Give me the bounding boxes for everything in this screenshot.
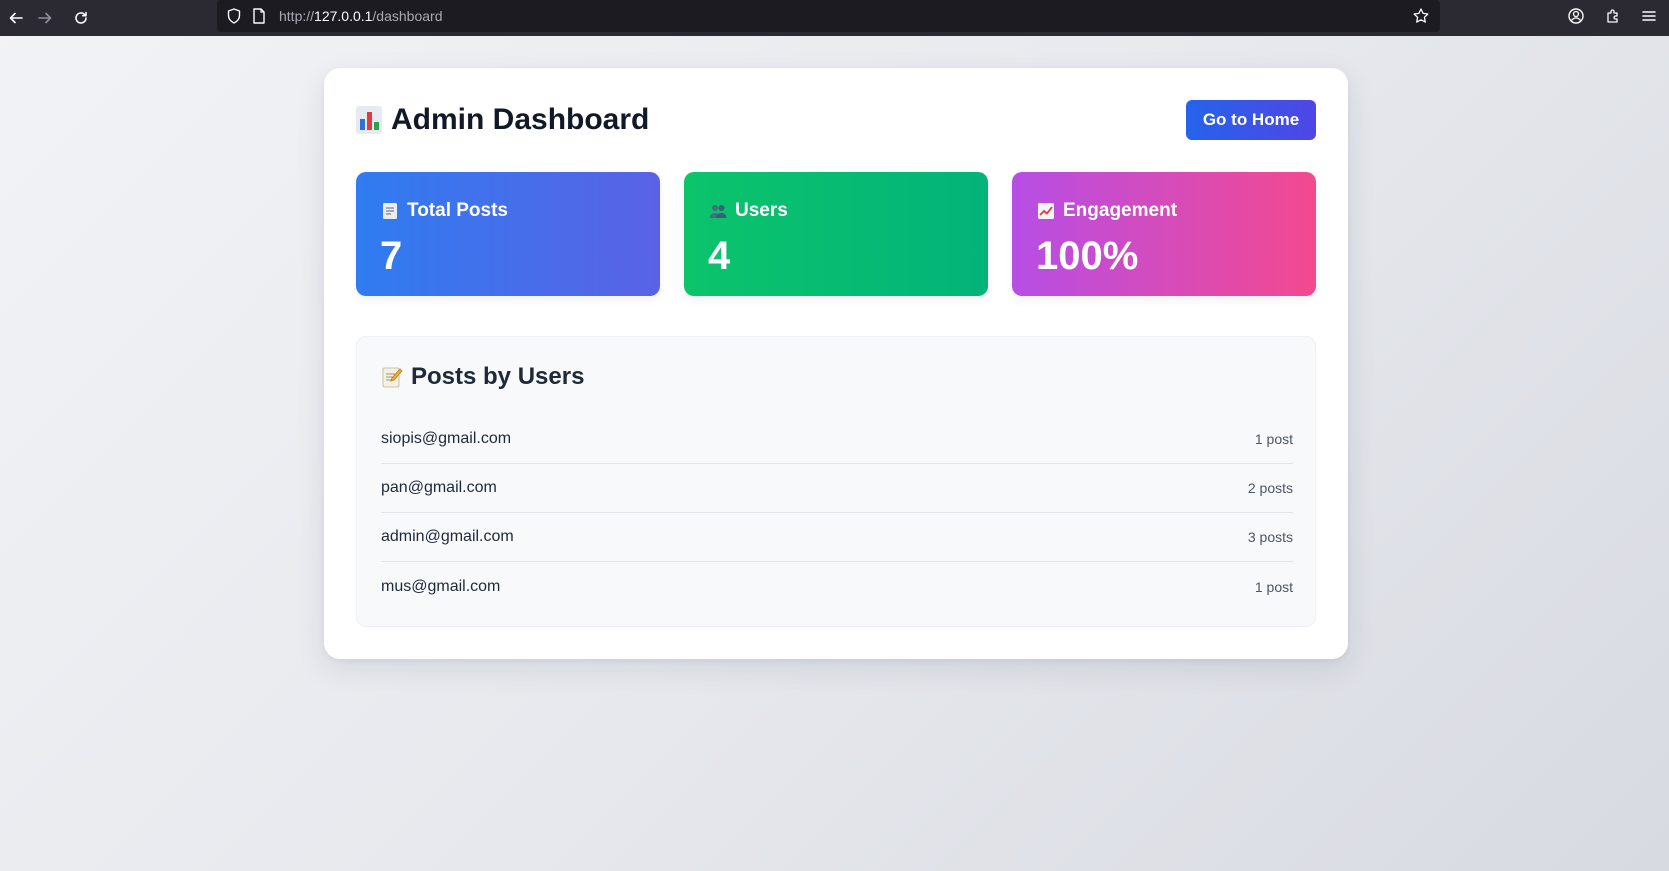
url-host: 127.0.0.1 [314,8,373,24]
post-count: 2 posts [1247,480,1293,496]
stat-card-engagement: Engagement 100% [1012,172,1316,296]
reload-icon [75,11,87,24]
url-text[interactable]: http://127.0.0.1/dashboard [279,8,442,24]
memo-icon [381,365,403,389]
bookmark-star-icon[interactable] [1412,7,1430,25]
dashboard-card: Admin Dashboard Go to Home Total Posts 7… [324,68,1348,659]
users-icon [708,201,728,221]
list-item: admin@gmail.com 3 posts [381,513,1293,562]
stat-value: 100% [1036,234,1139,278]
stat-value: 7 [380,234,403,278]
address-bar[interactable]: http://127.0.0.1/dashboard [217,0,1440,32]
user-post-list: siopis@gmail.com 1 post pan@gmail.com 2 … [381,415,1293,611]
user-email: siopis@gmail.com [381,430,512,447]
reload-button[interactable] [65,2,97,34]
page-icon [253,8,265,24]
arrow-left-icon [9,12,23,24]
stat-label: Total Posts [380,200,508,222]
url-path: /dashboard [372,8,443,24]
account-icon[interactable] [1567,7,1585,25]
user-email: admin@gmail.com [381,528,514,545]
list-item: mus@gmail.com 1 post [381,562,1293,611]
panel-title: Posts by Users [381,363,584,391]
stat-label-text: Engagement [1063,200,1178,221]
panel-title-text: Posts by Users [411,363,585,390]
stat-card-users: Users 4 [684,172,988,296]
go-to-home-button[interactable]: Go to Home [1186,100,1316,140]
back-button[interactable] [0,2,32,34]
stat-value: 4 [708,234,731,278]
stat-label-text: Users [735,200,788,221]
post-count: 3 posts [1247,529,1293,545]
stat-label: Users [708,200,788,222]
user-email: pan@gmail.com [381,479,497,496]
user-email: mus@gmail.com [381,577,501,595]
stat-label: Engagement [1036,200,1177,222]
dashboard-header: Admin Dashboard Go to Home [356,100,1316,142]
bar-chart-icon [356,106,382,134]
page-title: Admin Dashboard [356,103,649,137]
extensions-icon[interactable] [1604,7,1622,25]
url-scheme: http:// [279,8,315,24]
document-icon [380,201,400,221]
stat-label-text: Total Posts [407,200,508,221]
post-count: 1 post [1254,431,1293,447]
menu-icon[interactable] [1640,7,1658,25]
posts-by-users-panel: Posts by Users siopis@gmail.com 1 post p… [356,336,1316,627]
post-count: 1 post [1254,578,1293,595]
arrow-right-icon [38,12,52,24]
shield-icon[interactable] [225,7,243,25]
browser-toolbar: http://127.0.0.1/dashboard [0,0,1669,36]
page-title-text: Admin Dashboard [391,103,650,136]
trend-up-icon [1036,201,1056,221]
list-item: pan@gmail.com 2 posts [381,464,1293,513]
forward-button[interactable] [29,2,61,34]
list-item: siopis@gmail.com 1 post [381,415,1293,464]
stat-card-total-posts: Total Posts 7 [356,172,660,296]
